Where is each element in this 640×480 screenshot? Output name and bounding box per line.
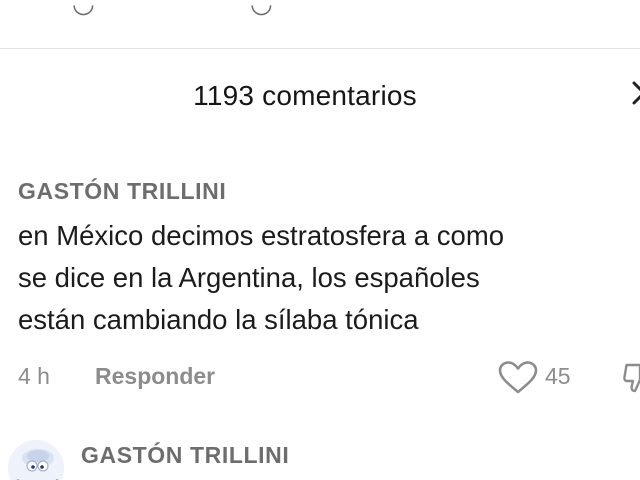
like-count: 45 [545,363,571,389]
comments-header: 1193 comentarios [0,48,640,148]
comment-username[interactable]: GASTÓN TRILLINI [18,178,226,205]
comments-count-title: 1193 comentarios [193,80,417,111]
comment-meta-row: 4 h Responder 45 [0,361,640,397]
comment-timestamp: 4 h [18,363,50,389]
thumbs-down-icon [623,363,640,393]
comment-username[interactable]: GASTÓN TRILLINI [81,442,289,469]
comments-sheet: ◡ ◡ 1193 comentarios GASTÓN TRILLINI en … [0,0,640,480]
dislike-button[interactable] [623,363,640,397]
previous-content-strip: ◡ ◡ [0,0,640,49]
cutoff-glyph: ◡ [250,0,273,18]
avatar-image [8,440,64,480]
close-button[interactable] [622,74,640,114]
close-icon [632,81,640,105]
reply-button[interactable]: Responder [95,363,215,390]
avatar[interactable] [8,440,64,480]
heart-outline-icon [498,361,538,394]
like-button[interactable] [498,361,538,395]
cutoff-glyph: ◡ [72,0,95,18]
comment-text: en México decimos estratosfera a como se… [18,220,505,335]
